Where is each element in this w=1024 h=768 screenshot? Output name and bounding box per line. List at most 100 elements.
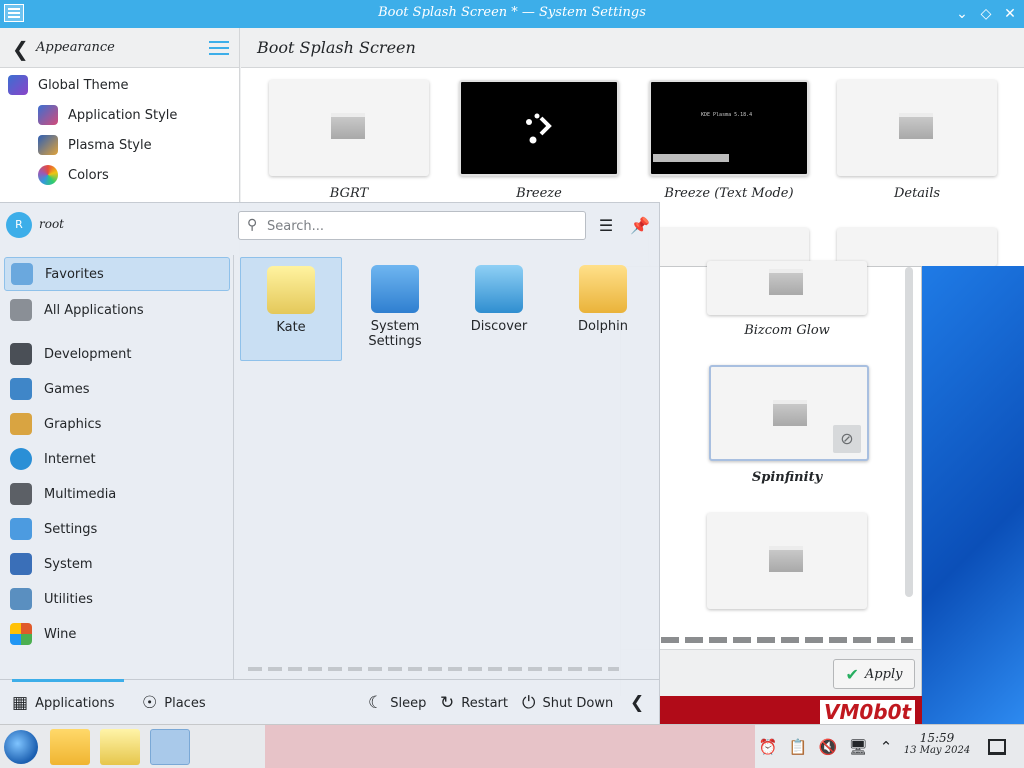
leave-menu-button[interactable]: ❮: [630, 680, 644, 726]
launcher-scroll-indicator: [248, 667, 619, 671]
category-graphics[interactable]: Graphics: [4, 407, 230, 441]
launcher-footer: ▦ Applications ☉ Places ☾ Sleep ↻ Restar…: [0, 679, 659, 725]
button-label: Sleep: [390, 695, 427, 711]
configure-sliders-icon[interactable]: ☰: [594, 214, 618, 238]
application-style-icon: [38, 105, 58, 125]
horizontal-scrollbar[interactable]: [661, 637, 913, 643]
show-desktop-icon[interactable]: [988, 739, 1006, 755]
sidebar-item-label: Global Theme: [38, 77, 129, 93]
app-discover[interactable]: Discover: [448, 257, 550, 361]
category-all-applications[interactable]: All Applications: [4, 293, 230, 327]
app-kate[interactable]: Kate: [240, 257, 342, 361]
pin-icon[interactable]: 📌: [628, 214, 652, 238]
category-multimedia[interactable]: Multimedia: [4, 477, 230, 511]
category-label: Games: [44, 381, 90, 397]
sidebar-item-application-style[interactable]: Application Style: [38, 101, 177, 129]
image-placeholder-icon: [899, 113, 933, 139]
hamburger-menu-icon[interactable]: [209, 41, 229, 55]
clipboard-icon[interactable]: 📋: [788, 737, 808, 757]
tab-applications[interactable]: ▦ Applications: [12, 679, 126, 726]
start-menu-icon[interactable]: [4, 730, 38, 764]
taskbar: ⏰ 📋 🔇 🖥 ⌃ 15:59 13 May 2024: [0, 724, 1024, 768]
checkmark-icon: ✔: [845, 664, 859, 684]
theme-tile-spinfinity[interactable]: ⊘: [709, 365, 869, 461]
chevron-up-icon[interactable]: ⌃: [876, 737, 896, 757]
taskbar-window-area[interactable]: [265, 725, 755, 768]
button-label: Restart: [461, 695, 508, 711]
button-label: Shut Down: [542, 695, 614, 711]
sidebar-item-global-theme[interactable]: Global Theme: [8, 71, 128, 99]
all-applications-icon: [10, 299, 32, 321]
network-monitor-icon[interactable]: 🖥: [848, 737, 868, 757]
content-header: Boot Splash Screen: [241, 28, 1024, 68]
taskbar-system-settings-icon[interactable]: [150, 729, 190, 765]
category-label: Internet: [44, 451, 96, 467]
text-mode-preview: KDE Plasma 5.18.4: [701, 112, 753, 118]
app-dolphin[interactable]: Dolphin: [552, 257, 654, 361]
breeze-spinner-icon: [526, 113, 552, 144]
restart-button[interactable]: ↻ Restart: [440, 680, 508, 726]
app-system-settings[interactable]: System Settings: [344, 257, 446, 361]
grid-icon: ▦: [12, 693, 29, 713]
window-title: Boot Splash Screen * — System Settings: [378, 5, 646, 20]
sidebar-item-label: Colors: [68, 167, 109, 183]
close-icon[interactable]: ✕: [1000, 4, 1020, 24]
category-utilities[interactable]: Utilities: [4, 582, 230, 616]
theme-tile-bizcom-glow[interactable]: [707, 261, 867, 315]
shutdown-button[interactable]: ⏻ Shut Down: [522, 680, 613, 726]
tab-places[interactable]: ☉ Places: [142, 680, 206, 726]
system-icon: [10, 553, 32, 575]
category-label: System: [44, 556, 93, 572]
panel-footer: ✔ Apply: [621, 649, 921, 697]
internet-globe-icon: [10, 448, 32, 470]
category-settings[interactable]: Settings: [4, 512, 230, 546]
theme-tile-next[interactable]: [707, 513, 867, 609]
category-wine[interactable]: Wine: [4, 617, 230, 651]
power-icon: ⏻: [522, 693, 536, 713]
volume-muted-icon[interactable]: 🔇: [818, 737, 838, 757]
category-games[interactable]: Games: [4, 372, 230, 406]
theme-label: BGRT: [329, 186, 369, 201]
clock-time: 15:59: [919, 731, 955, 745]
page-title: Boot Splash Screen: [257, 38, 416, 57]
category-development[interactable]: Development: [4, 337, 230, 371]
sidebar-back-label[interactable]: Appearance: [36, 40, 115, 55]
compass-icon: ☉: [142, 693, 158, 713]
sidebar-item-colors[interactable]: Colors: [38, 161, 109, 189]
theme-tile-breeze-text-mode[interactable]: KDE Plasma 5.18.4: [649, 80, 809, 176]
theme-tile-details[interactable]: [837, 80, 997, 176]
minimize-icon[interactable]: ⌄: [952, 4, 972, 24]
category-list: Favorites All Applications Development G…: [0, 255, 234, 679]
window-titlebar[interactable]: Boot Splash Screen * — System Settings ⌄…: [0, 0, 1024, 28]
clock-date: 13 May 2024: [903, 745, 971, 756]
system-settings-icon: [371, 265, 419, 313]
maximize-icon[interactable]: ◇: [976, 4, 996, 24]
search-input[interactable]: [267, 216, 567, 236]
sleep-button[interactable]: ☾ Sleep: [368, 680, 426, 726]
desktop-wallpaper[interactable]: [922, 266, 1024, 724]
clock[interactable]: 15:59 13 May 2024: [902, 731, 972, 756]
apply-button[interactable]: ✔ Apply: [833, 659, 915, 689]
category-system[interactable]: System: [4, 547, 230, 581]
avatar[interactable]: R: [6, 212, 32, 238]
vertical-scrollbar[interactable]: [905, 267, 913, 597]
uninstall-icon[interactable]: ⊘: [833, 425, 861, 453]
category-label: Utilities: [44, 591, 93, 607]
taskbar-kate-icon[interactable]: [100, 729, 140, 765]
alarm-icon[interactable]: ⏰: [758, 737, 778, 757]
discover-bag-icon: [475, 265, 523, 313]
theme-tile-bgrt[interactable]: [269, 80, 429, 176]
category-favorites[interactable]: Favorites: [4, 257, 230, 291]
category-internet[interactable]: Internet: [4, 442, 230, 476]
sidebar-item-plasma-style[interactable]: Plasma Style: [38, 131, 152, 159]
utilities-icon: [10, 588, 32, 610]
taskbar-dolphin-icon[interactable]: [50, 729, 90, 765]
sidebar-item-label: Application Style: [68, 107, 178, 123]
category-label: Graphics: [44, 416, 102, 432]
theme-tile-breeze[interactable]: [459, 80, 619, 176]
search-field[interactable]: ⚲: [238, 211, 586, 240]
sidebar-item-label: Plasma Style: [68, 137, 152, 153]
restart-icon: ↻: [440, 693, 455, 713]
back-arrow-icon[interactable]: ❮: [12, 37, 29, 61]
theme-label: Spinfinity: [751, 470, 823, 485]
